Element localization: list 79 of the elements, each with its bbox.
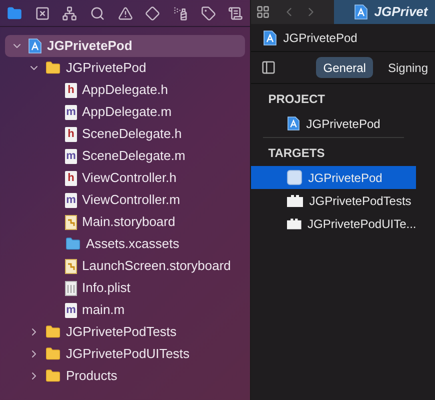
source-file-icon: m bbox=[65, 148, 77, 164]
grid-icon[interactable] bbox=[256, 5, 270, 19]
source-file-icon: h bbox=[65, 82, 77, 98]
tree-row[interactable]: JGPrivetePod bbox=[5, 35, 246, 57]
tree-row[interactable]: m SceneDelegate.m bbox=[5, 145, 246, 167]
target-label: JGPrivetePod bbox=[306, 116, 380, 132]
storyboard-file-icon bbox=[65, 214, 77, 230]
target-row[interactable]: JGPrivetePod bbox=[251, 166, 416, 189]
target-label: JGPrivetePod bbox=[308, 170, 382, 186]
tree-row[interactable]: h ViewController.h bbox=[5, 167, 246, 189]
assets-folder-icon bbox=[65, 236, 81, 252]
tree-label: LaunchScreen.storyboard bbox=[82, 257, 231, 276]
plist-file-icon bbox=[65, 280, 77, 296]
tree-row[interactable]: JGPrivetePod bbox=[5, 57, 246, 79]
bundle-target-icon bbox=[287, 217, 302, 230]
target-row[interactable]: JGPrivetePod bbox=[251, 112, 416, 135]
tree-row[interactable]: h SceneDelegate.h bbox=[5, 123, 246, 145]
tree-label: JGPrivetePod bbox=[66, 59, 146, 78]
tree-label: Main.storyboard bbox=[82, 213, 176, 232]
source-file-icon: m bbox=[65, 104, 77, 120]
project-file-icon bbox=[287, 116, 300, 131]
diamond-icon[interactable] bbox=[145, 6, 160, 20]
folder-icon bbox=[45, 324, 61, 340]
settings-tab[interactable]: General bbox=[316, 57, 373, 78]
target-row[interactable]: JGPrivetePodTests bbox=[251, 189, 416, 212]
tree-label: Info.plist bbox=[82, 279, 130, 298]
project-file-icon bbox=[28, 38, 42, 54]
tree-label: Products bbox=[66, 367, 118, 386]
tree-row[interactable]: Assets.xcassets bbox=[5, 233, 246, 255]
tree-label: AppDelegate.m bbox=[82, 103, 172, 122]
tag-icon[interactable] bbox=[200, 6, 216, 20]
tree-label: AppDelegate.h bbox=[82, 81, 168, 100]
app-target-icon bbox=[287, 170, 302, 185]
section-header: PROJECT bbox=[267, 91, 326, 108]
source-file-icon: m bbox=[65, 302, 77, 318]
search-icon[interactable] bbox=[90, 6, 105, 20]
storyboard-file-icon bbox=[65, 258, 77, 274]
folder-icon bbox=[45, 346, 61, 362]
tree-row[interactable]: JGPrivetePodTests bbox=[5, 321, 246, 343]
warning-icon[interactable] bbox=[118, 6, 133, 20]
folder-icon[interactable] bbox=[7, 6, 22, 20]
tree-label: Assets.xcassets bbox=[86, 235, 180, 254]
target-label: JGPrivetePodUITe... bbox=[308, 216, 416, 232]
tree-row[interactable]: JGPrivetePodUITests bbox=[5, 343, 246, 365]
square-x-icon[interactable] bbox=[34, 6, 50, 20]
tree-label: SceneDelegate.m bbox=[82, 147, 186, 166]
tree-label: SceneDelegate.h bbox=[82, 125, 182, 144]
tree-label: JGPrivetePodUITests bbox=[66, 345, 190, 364]
tree-label: main.m bbox=[82, 301, 125, 320]
tree-label: JGPrivetePod bbox=[47, 37, 132, 56]
tree-row[interactable]: h AppDelegate.h bbox=[5, 79, 246, 101]
folder-icon bbox=[45, 368, 61, 384]
project-file-icon bbox=[354, 4, 368, 20]
tree-row[interactable]: m main.m bbox=[5, 299, 246, 321]
source-file-icon: h bbox=[65, 126, 77, 142]
breadcrumb[interactable]: JGPrivetePod bbox=[283, 28, 358, 46]
tree-row[interactable]: LaunchScreen.storyboard bbox=[5, 255, 246, 277]
tree-row[interactable]: Main.storyboard bbox=[5, 211, 246, 233]
editor-tab[interactable]: JGPrivet bbox=[334, 0, 435, 24]
project-file-icon bbox=[263, 30, 278, 46]
tree-row[interactable]: m ViewController.m bbox=[5, 189, 246, 211]
source-file-icon: m bbox=[65, 192, 77, 208]
list-document-icon[interactable] bbox=[228, 6, 244, 20]
sidebar-toggle-icon[interactable] bbox=[261, 60, 276, 75]
source-file-icon: h bbox=[65, 170, 77, 186]
tree-row[interactable]: Products bbox=[5, 365, 246, 387]
bundle-target-icon bbox=[287, 194, 304, 207]
spray-can-icon[interactable] bbox=[172, 6, 188, 20]
settings-tab[interactable]: Signing bbox=[380, 57, 435, 78]
tree-label: ViewController.h bbox=[82, 169, 176, 188]
target-label: JGPrivetePodTests bbox=[309, 192, 412, 210]
tree-label: JGPrivetePodTests bbox=[66, 323, 177, 342]
tree-label: ViewController.m bbox=[82, 191, 180, 210]
hierarchy-icon[interactable] bbox=[62, 6, 78, 20]
section-header: TARGETS bbox=[267, 145, 326, 162]
tree-row[interactable]: m AppDelegate.m bbox=[5, 101, 246, 123]
tree-row[interactable]: Info.plist bbox=[5, 277, 246, 299]
folder-icon bbox=[45, 60, 61, 76]
target-row[interactable]: JGPrivetePodUITe... bbox=[251, 212, 416, 235]
